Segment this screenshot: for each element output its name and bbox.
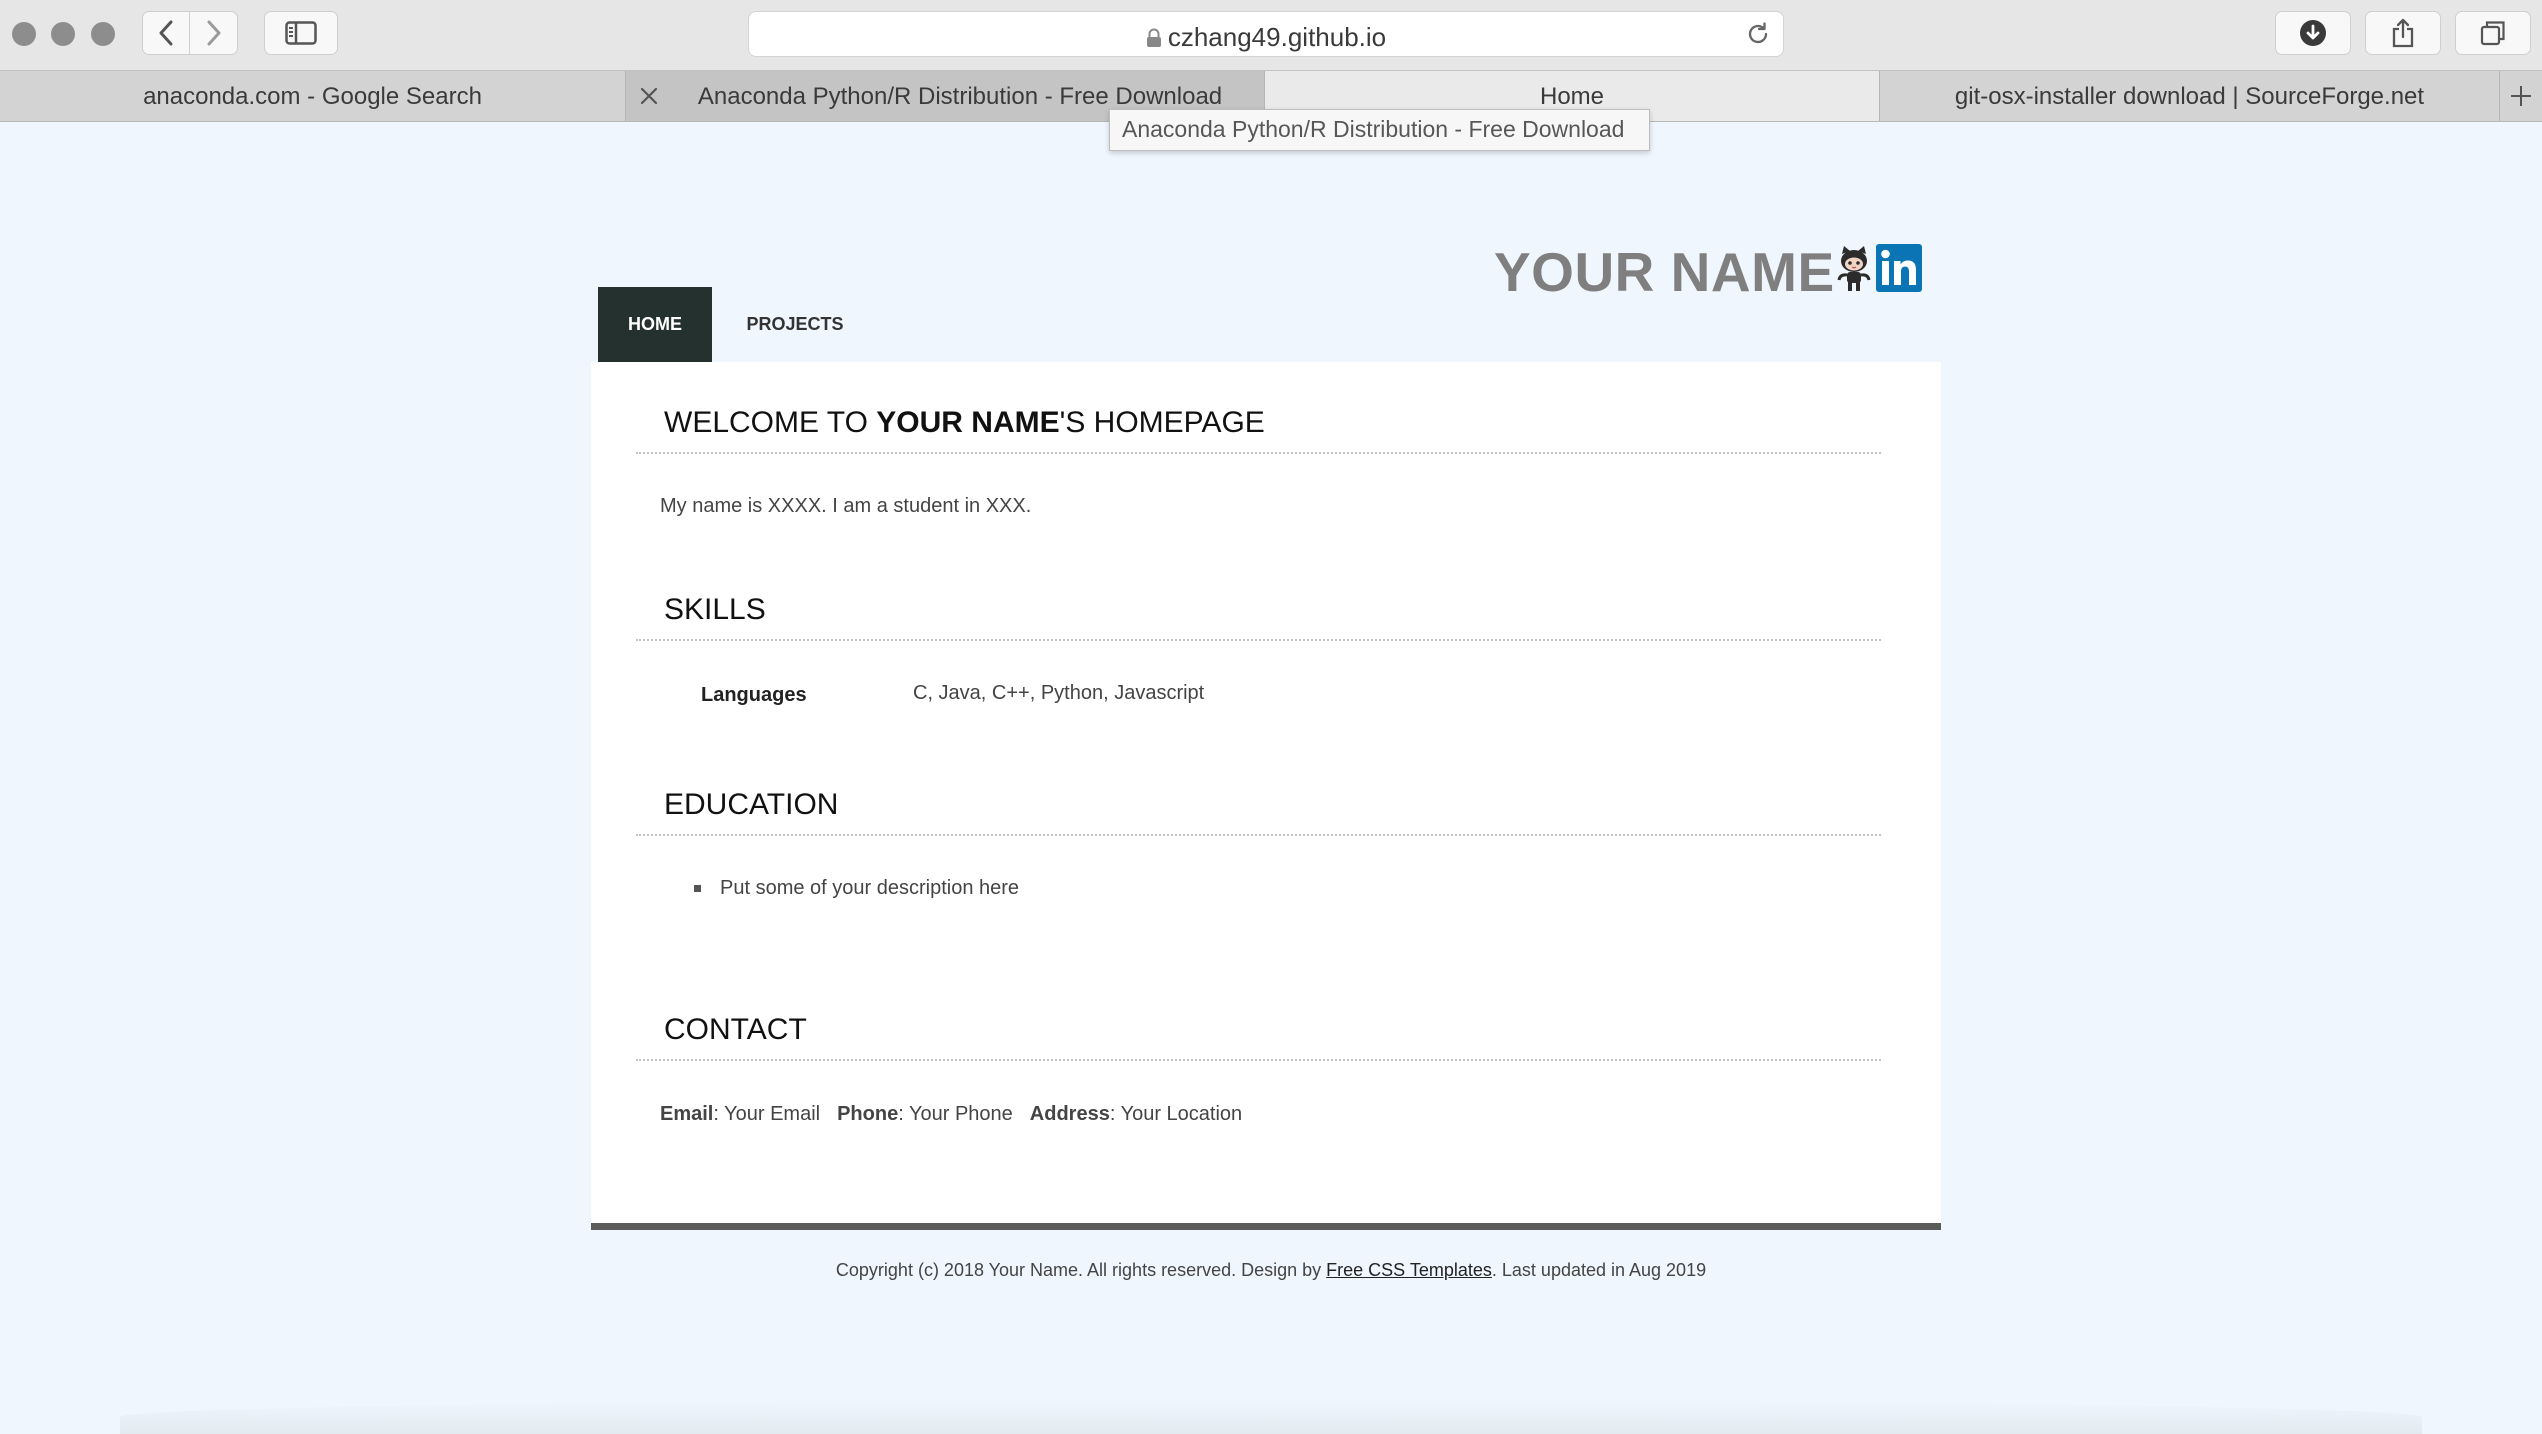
sidebar-icon <box>285 21 317 45</box>
footer-prefix: Copyright (c) 2018 Your Name. All rights… <box>835 1260 1327 1280</box>
forward-button[interactable] <box>190 12 237 54</box>
sidebar-button[interactable] <box>264 11 338 55</box>
back-button[interactable] <box>143 12 191 54</box>
email-label: Email <box>660 1103 714 1125</box>
education-item: Put some of your description here <box>720 877 1020 899</box>
section-divider <box>636 639 1881 641</box>
plus-icon <box>2511 86 2531 106</box>
footer-suffix: . Last updated in Aug 2019 <box>1491 1260 1707 1280</box>
browser-toolbar: czhang49.github.io <box>0 0 2542 70</box>
github-octocat-icon[interactable] <box>1832 244 1876 292</box>
url-text: czhang49.github.io <box>1167 22 1387 52</box>
show-tabs-button[interactable] <box>2455 11 2531 55</box>
section-divider <box>636 1059 1881 1061</box>
lock-icon <box>1146 28 1161 47</box>
contact-line: Email: Your Email Phone: Your Phone Addres… <box>660 1103 1242 1126</box>
section-divider <box>636 834 1881 836</box>
content-bottom-border <box>591 1223 1941 1230</box>
page-bottom-shadow <box>120 1400 2422 1434</box>
footer: Copyright (c) 2018 Your Name. All rights… <box>0 1260 2542 1281</box>
phone-label: Phone <box>837 1103 899 1125</box>
nav-home[interactable]: HOME <box>598 287 712 362</box>
welcome-suffix: 'S HOMEPAGE <box>1059 406 1265 439</box>
tabs-overview-icon <box>2480 21 2505 46</box>
bullet-marker <box>694 885 701 892</box>
nav-projects[interactable]: PROJECTS <box>726 287 864 362</box>
tab-title: git-osx-installer download | SourceForge… <box>1954 83 2425 110</box>
chevron-left-icon <box>159 20 173 46</box>
reload-icon[interactable] <box>1745 21 1771 47</box>
section-divider <box>636 452 1881 454</box>
education-heading: EDUCATION <box>664 788 839 821</box>
skills-label-languages: Languages <box>701 684 807 706</box>
share-icon <box>2392 18 2414 48</box>
download-icon <box>2300 20 2326 46</box>
welcome-name: YOUR NAME <box>876 406 1060 439</box>
linkedin-icon[interactable] <box>1876 244 1922 292</box>
minimize-window-button[interactable] <box>51 22 75 46</box>
tab-google-search[interactable]: anaconda.com - Google Search <box>0 71 626 121</box>
free-css-templates-link[interactable]: Free CSS Templates <box>1326 1260 1492 1280</box>
tab-title: Home <box>1539 83 1605 110</box>
skills-value-languages: C, Java, C++, Python, Javascript <box>913 682 1205 704</box>
welcome-prefix: WELCOME TO <box>664 406 877 439</box>
address-label: Address <box>1029 1103 1110 1125</box>
new-tab-button[interactable] <box>2500 71 2542 121</box>
tab-sourceforge[interactable]: git-osx-installer download | SourceForge… <box>1880 71 2500 121</box>
zoom-window-button[interactable] <box>91 22 115 46</box>
tab-tooltip: Anaconda Python/R Distribution - Free Do… <box>1109 109 1650 151</box>
tab-title: anaconda.com - Google Search <box>143 83 482 110</box>
address-bar[interactable]: czhang49.github.io <box>748 11 1784 57</box>
contact-heading: CONTACT <box>664 1013 807 1046</box>
url-display: czhang49.github.io <box>749 22 1783 53</box>
chevron-right-icon <box>207 20 220 46</box>
site-name[interactable]: YOUR NAME <box>1494 240 1835 304</box>
downloads-button[interactable] <box>2275 11 2351 55</box>
tab-title: Anaconda Python/R Distribution - Free Do… <box>697 83 1223 110</box>
skills-heading: SKILLS <box>664 593 766 626</box>
share-button[interactable] <box>2365 11 2441 55</box>
address-value: : Your Location <box>1109 1103 1243 1125</box>
welcome-text: My name is XXXX. I am a student in XXX. <box>660 495 1032 517</box>
email-value: : Your Email <box>713 1103 821 1125</box>
welcome-heading: WELCOME TO YOUR NAME'S HOMEPAGE <box>664 406 1265 440</box>
back-forward-group <box>142 11 238 55</box>
phone-value: : Your Phone <box>898 1103 1013 1125</box>
close-window-button[interactable] <box>12 22 36 46</box>
